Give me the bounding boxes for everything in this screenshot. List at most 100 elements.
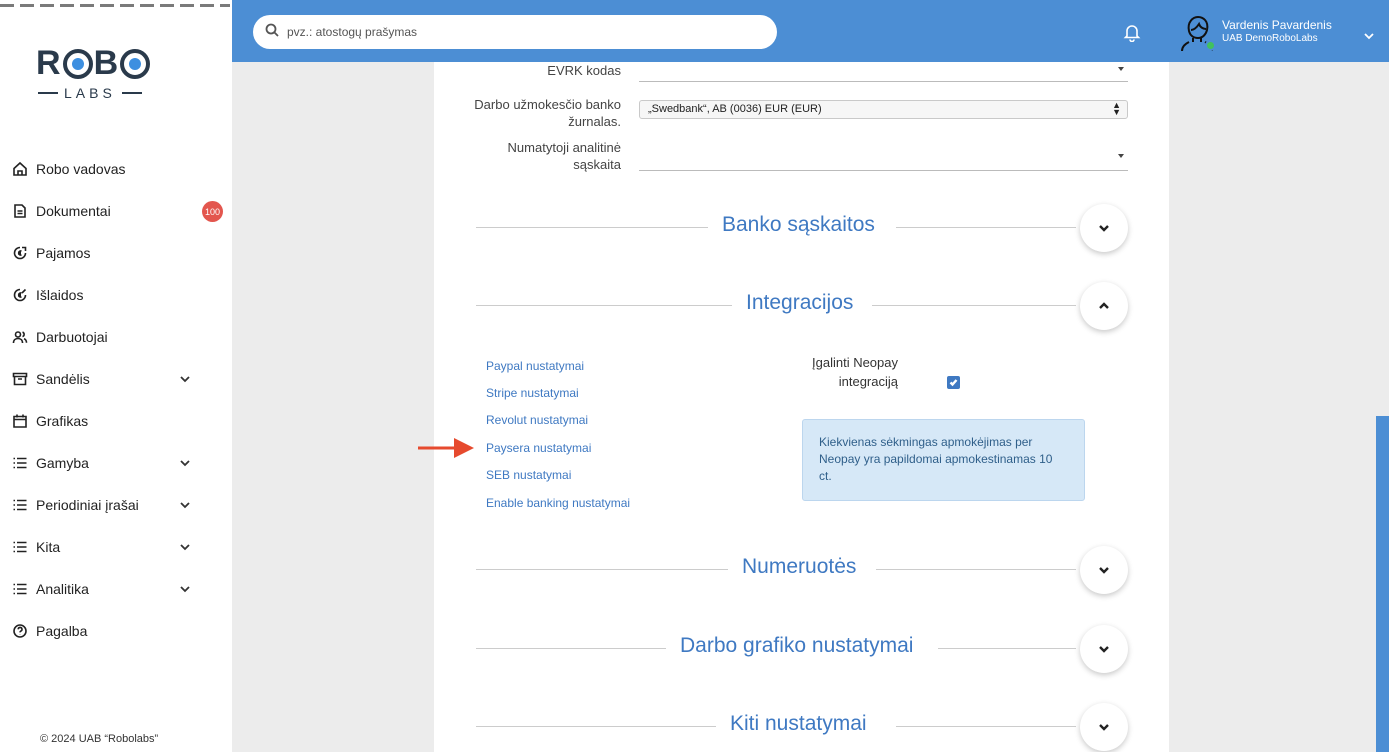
sidebar-item-kita[interactable]: Kita: [0, 526, 232, 568]
sidebar-item-label: Pagalba: [36, 623, 88, 639]
search-icon: [265, 23, 279, 42]
sidebar-item-darbuotojai[interactable]: Darbuotojai: [0, 316, 232, 358]
document-icon: [12, 203, 28, 219]
sidebar-item-label: Analitika: [36, 581, 89, 597]
documents-count-badge: 100: [202, 201, 223, 222]
expand-work-schedule-button[interactable]: [1080, 625, 1128, 673]
bank-journal-value: „Swedbank“, AB (0036) EUR (EUR): [648, 103, 822, 115]
chevron-down-icon: [1099, 646, 1109, 653]
sidebar-item-sandelis[interactable]: Sandėlis: [0, 358, 232, 400]
income-icon: [12, 245, 28, 261]
sidebar-item-pajamos[interactable]: Pajamos: [0, 232, 232, 274]
section-title: Banko sąskaitos: [722, 213, 875, 236]
bell-icon[interactable]: [1122, 22, 1142, 43]
paypal-settings-link[interactable]: Paypal nustatymai: [486, 359, 584, 373]
caret-down-icon[interactable]: [1118, 154, 1124, 158]
chevron-down-icon: [179, 582, 191, 594]
chevron-down-icon: [179, 372, 191, 384]
sidebar-item-periodiniai-irasai[interactable]: Periodiniai įrašai: [0, 484, 232, 526]
revolut-settings-link[interactable]: Revolut nustatymai: [486, 413, 588, 427]
sidebar-item-label: Periodiniai įrašai: [36, 497, 139, 513]
sidebar-item-label: Išlaidos: [36, 287, 84, 303]
neopay-enable-label: Įgalinti Neopay integraciją: [812, 355, 898, 389]
expenses-icon: [12, 287, 28, 303]
sidebar-item-label: Grafikas: [36, 413, 89, 429]
sidebar: RB LABS Robo vadovas Dokumentai 100 Paja…: [0, 0, 232, 752]
list-icon: [12, 539, 28, 555]
section-work-schedule: Darbo grafiko nustatymai: [476, 625, 1129, 673]
sidebar-item-pagalba[interactable]: Pagalba: [0, 610, 232, 652]
stripe-settings-link[interactable]: Stripe nustatymai: [486, 386, 579, 400]
paysera-settings-link[interactable]: Paysera nustatymai: [486, 441, 591, 455]
logo-letter-r: R: [36, 44, 62, 82]
user-company: UAB DemoRoboLabs: [1222, 33, 1318, 44]
logo-letter-b: B: [93, 44, 120, 82]
enable-banking-settings-link[interactable]: Enable banking nustatymai: [486, 496, 630, 510]
section-bank-accounts: Banko sąskaitos: [476, 204, 1129, 252]
evrk-label: EVRK kodas: [547, 63, 621, 78]
sidebar-item-analitika[interactable]: Analitika: [0, 568, 232, 610]
section-integrations: Integracijos: [476, 282, 1129, 330]
sidebar-item-gamyba[interactable]: Gamyba: [0, 442, 232, 484]
chevron-down-icon: [179, 498, 191, 510]
chevron-up-icon: [1099, 302, 1109, 309]
expand-other-settings-button[interactable]: [1080, 703, 1128, 751]
bank-journal-select[interactable]: „Swedbank“, AB (0036) EUR (EUR) ▲ ▼: [639, 100, 1128, 119]
sidebar-item-label: Pajamos: [36, 245, 91, 261]
sidebar-item-label: Kita: [36, 539, 61, 555]
sidebar-item-label: Dokumentai: [36, 203, 111, 219]
chevron-down-icon: [179, 540, 191, 552]
sidebar-item-dokumentai[interactable]: Dokumentai 100: [0, 190, 232, 232]
analytic-account-select-line[interactable]: [639, 170, 1128, 171]
scrollbar-thumb[interactable]: [1376, 416, 1389, 752]
analytic-account-label: Numatytoji analitinė sąskaita: [507, 140, 621, 172]
top-header: Vardenis Pavardenis UAB DemoRoboLabs: [232, 0, 1389, 62]
search-input[interactable]: [287, 25, 747, 39]
calendar-icon: [12, 413, 28, 429]
home-icon: [12, 161, 28, 177]
sidebar-item-label: Darbuotojai: [36, 329, 108, 345]
sidebar-item-label: Sandėlis: [36, 371, 90, 387]
sidebar-item-islaidos[interactable]: Išlaidos: [0, 274, 232, 316]
bank-journal-label: Darbo užmokesčio banko žurnalas.: [474, 97, 621, 129]
check-icon: [949, 379, 958, 387]
section-title: Numeruotės: [742, 555, 857, 578]
sidebar-item-label: Gamyba: [36, 455, 89, 471]
caret-down-icon[interactable]: [1118, 67, 1124, 71]
sidebar-item-label: Robo vadovas: [36, 161, 126, 177]
chevron-down-icon: [179, 456, 191, 468]
list-icon: [12, 497, 28, 513]
evrk-select-line[interactable]: [639, 81, 1128, 82]
robolabs-logo[interactable]: RB LABS: [36, 44, 176, 104]
sidebar-nav: Robo vadovas Dokumentai 100 Pajamos Išla…: [0, 148, 232, 652]
section-other-settings: Kiti nustatymai: [476, 703, 1129, 751]
warehouse-icon: [12, 371, 28, 387]
copyright-text: © 2024 UAB “Robolabs”: [40, 733, 159, 745]
neopay-enable-checkbox[interactable]: [947, 376, 960, 389]
online-status-indicator: [1205, 40, 1216, 51]
expand-numbering-button[interactable]: [1080, 546, 1128, 594]
list-icon: [12, 581, 28, 597]
section-title: Kiti nustatymai: [730, 712, 867, 735]
list-icon: [12, 455, 28, 471]
red-arrow-icon: [418, 438, 474, 458]
chevron-down-icon: [1099, 724, 1109, 731]
settings-card: EVRK kodas Darbo užmokesčio banko žurnal…: [434, 62, 1169, 752]
updown-caret-icon: ▲ ▼: [1112, 100, 1121, 117]
cropped-top-text: [0, 0, 232, 14]
logo-o-icon: [62, 48, 93, 79]
section-title: Integracijos: [746, 291, 854, 314]
seb-settings-link[interactable]: SEB nustatymai: [486, 468, 571, 482]
search-bar[interactable]: [253, 15, 777, 49]
user-name[interactable]: Vardenis Pavardenis: [1222, 18, 1332, 32]
sidebar-item-robo-vadovas[interactable]: Robo vadovas: [0, 148, 232, 190]
chevron-down-icon: [1099, 567, 1109, 574]
logo-subtitle: LABS: [64, 85, 116, 101]
expand-bank-accounts-button[interactable]: [1080, 204, 1128, 252]
collapse-integrations-button[interactable]: [1080, 282, 1128, 330]
section-numbering: Numeruotės: [476, 546, 1129, 594]
chevron-down-icon[interactable]: [1363, 29, 1375, 41]
sidebar-item-grafikas[interactable]: Grafikas: [0, 400, 232, 442]
people-icon: [12, 329, 28, 345]
neopay-info-box: Kiekvienas sėkmingas apmokėjimas per Neo…: [802, 419, 1085, 501]
